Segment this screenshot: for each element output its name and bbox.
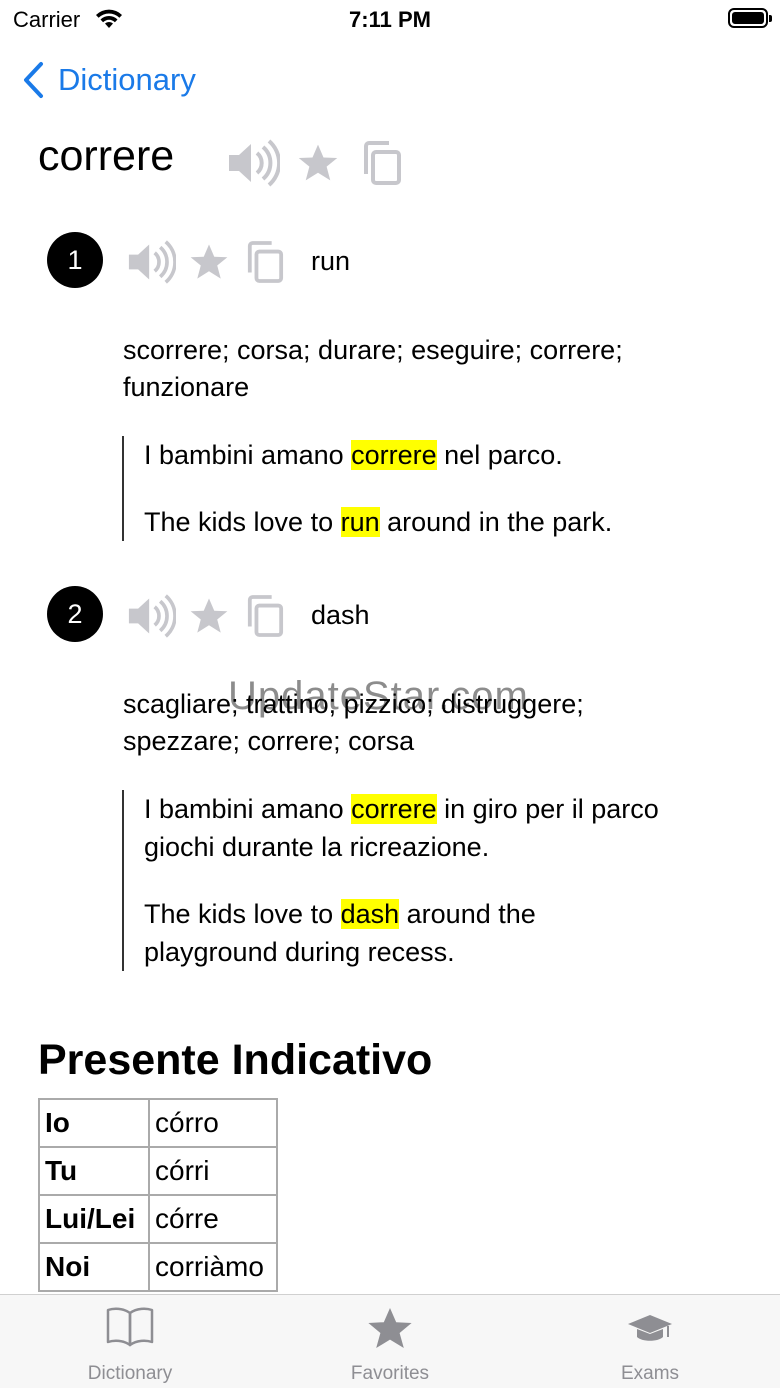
example-block: I bambini amano correre in giro per il p… xyxy=(122,790,734,971)
back-button[interactable]: Dictionary xyxy=(22,58,196,102)
sense-actions xyxy=(126,239,284,290)
pronoun-cell: Io xyxy=(38,1098,150,1148)
tab-label: Favorites xyxy=(350,1363,430,1384)
sense-number-badge: 2 xyxy=(47,586,103,642)
conjugation-table: Io córro Tu córri Lui/Lei córre Noi corriàmo xyxy=(38,1098,278,1292)
synonyms-list: scorrere; corsa; durare; eseguire; corre… xyxy=(123,335,623,402)
highlighted-term: correre xyxy=(351,440,437,470)
example-english: The kids love to run around in the park. xyxy=(144,507,613,537)
watermark: UpdateStar.com xyxy=(228,674,529,718)
tab-label: Dictionary xyxy=(87,1363,173,1384)
favorite-star-icon[interactable] xyxy=(188,241,230,288)
tab-dictionary[interactable]: Dictionary xyxy=(0,1295,260,1388)
example-italian: I bambini amano correre in giro per il p… xyxy=(144,794,659,862)
verb-form-cell: córri xyxy=(148,1146,278,1196)
sense-number-badge: 1 xyxy=(47,232,103,288)
pronoun-cell: Tu xyxy=(38,1146,150,1196)
tab-favorites[interactable]: Favorites xyxy=(260,1295,520,1388)
tab-exams[interactable]: Exams xyxy=(520,1295,780,1388)
verb-form-cell: corriàmo xyxy=(148,1242,278,1292)
highlighted-term: correre xyxy=(351,794,437,824)
table-row: Tu córri xyxy=(38,1146,278,1196)
back-label: Dictionary xyxy=(58,62,196,97)
example-italian: I bambini amano correre nel parco. xyxy=(144,440,563,470)
pronoun-cell: Lui/Lei xyxy=(38,1194,150,1244)
copy-icon[interactable] xyxy=(246,240,284,289)
sense-actions xyxy=(126,593,284,644)
chevron-left-icon xyxy=(24,62,43,98)
table-row: Noi corriàmo xyxy=(38,1242,278,1292)
copy-icon[interactable] xyxy=(362,140,402,191)
clock: 7:11 PM xyxy=(349,7,431,32)
highlighted-term: run xyxy=(340,507,380,537)
headword: correre xyxy=(38,132,175,180)
speaker-icon[interactable] xyxy=(226,138,282,193)
book-icon xyxy=(0,1305,260,1347)
tab-label: Exams xyxy=(620,1363,680,1384)
table-row: Io córro xyxy=(38,1098,278,1148)
verb-form-cell: córro xyxy=(148,1098,278,1148)
example-english: The kids love to dash around the playgro… xyxy=(144,899,536,967)
pronoun-cell: Noi xyxy=(38,1242,150,1292)
speaker-icon[interactable] xyxy=(126,593,177,644)
speaker-icon[interactable] xyxy=(126,239,177,290)
favorite-star-icon[interactable] xyxy=(296,141,340,190)
conjugation-title: Presente Indicativo xyxy=(38,1036,433,1084)
verb-form-cell: córre xyxy=(148,1194,278,1244)
headword-actions xyxy=(226,138,402,193)
favorite-star-icon[interactable] xyxy=(188,595,230,642)
tab-bar: Dictionary Favorites Exams xyxy=(0,1294,780,1388)
battery-icon xyxy=(728,8,772,28)
table-row: Lui/Lei córre xyxy=(38,1194,278,1244)
highlighted-term: dash xyxy=(340,899,400,929)
graduation-cap-icon xyxy=(520,1313,780,1345)
example-block: I bambini amano correre nel parco. The k… xyxy=(122,436,734,541)
sense-gloss: run xyxy=(311,246,351,276)
star-icon xyxy=(260,1305,520,1353)
sense-gloss: dash xyxy=(311,600,370,630)
status-bar: Carrier 7:11 PM xyxy=(0,0,780,42)
copy-icon[interactable] xyxy=(246,594,284,643)
